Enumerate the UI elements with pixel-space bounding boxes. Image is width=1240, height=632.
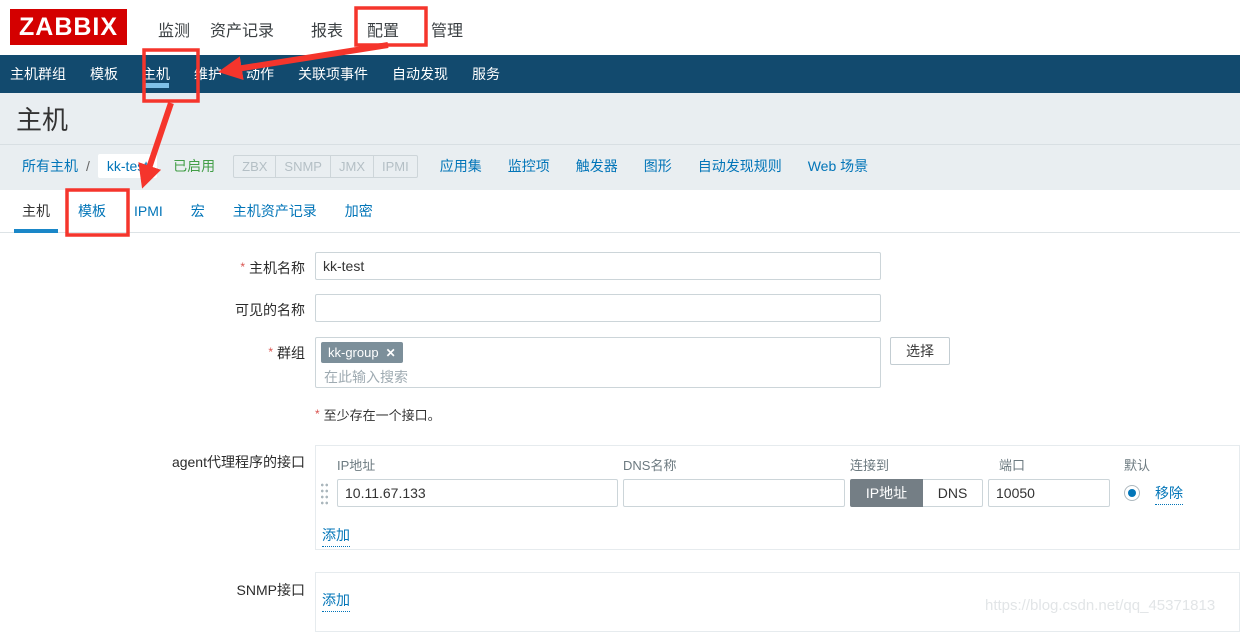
connect-to-ip-toggle[interactable]: IP地址 [850,479,923,507]
visible-name-input[interactable] [315,294,881,322]
link-items[interactable]: 监控项 [508,156,550,176]
badge-jmx: JMX [330,156,373,177]
breadcrumb-links: 应用集 监控项 触发器 图形 自动发现规则 Web 场景 [440,156,868,176]
breadcrumb-separator: / [86,158,90,174]
link-web-scenarios[interactable]: Web 场景 [808,156,868,176]
interface-drag-handle[interactable] [320,482,329,506]
host-status-enabled: 已启用 [173,156,215,176]
chip-remove-icon[interactable]: ✕ [386,346,396,360]
subnav-hosts[interactable]: 主机 [142,55,170,93]
column-default: 默认 [1124,455,1150,474]
column-connect-to: 连接到 [850,455,889,474]
agent-interface-add-link[interactable]: 添加 [322,525,350,547]
default-interface-radio[interactable] [1124,485,1140,501]
top-menu-monitoring[interactable]: 监测 [158,17,190,41]
snmp-interface-label: SNMP接口 [0,580,305,600]
tab-host-inventory[interactable]: 主机资产记录 [233,190,317,232]
interface-remove-link[interactable]: 移除 [1155,483,1183,505]
groups-search-placeholder[interactable]: 在此输入搜索 [324,367,408,387]
badge-ipmi: IPMI [373,156,417,177]
snmp-interface-add-link[interactable]: 添加 [322,590,350,612]
host-name-label: *主机名称 [0,258,305,278]
host-name-input[interactable] [315,252,881,280]
link-discovery-rules[interactable]: 自动发现规则 [698,156,782,176]
tab-templates[interactable]: 模板 [78,190,106,232]
badge-zbx: ZBX [234,156,275,177]
subnav-discovery[interactable]: 自动发现 [392,55,448,93]
top-menu-configuration[interactable]: 配置 [367,17,399,41]
column-dns: DNS名称 [623,455,676,474]
link-triggers[interactable]: 触发器 [576,156,618,176]
subnav-event-correlation[interactable]: 关联项事件 [298,55,368,93]
badge-snmp: SNMP [275,156,330,177]
subnav-templates[interactable]: 模板 [90,55,118,93]
link-graphs[interactable]: 图形 [644,156,672,176]
interface-ip-input[interactable] [337,479,618,507]
tab-ipmi[interactable]: IPMI [134,190,163,232]
tab-encryption[interactable]: 加密 [345,190,373,232]
group-chip-label: kk-group [328,345,379,360]
breadcrumb-host-link[interactable]: kk-test [98,154,157,178]
tab-macros[interactable]: 宏 [191,190,205,232]
top-menu-inventory[interactable]: 资产记录 [210,17,274,41]
host-form: *主机名称 可见的名称 *群组 kk-group ✕ 在此输入搜索 选择 *至少… [0,233,1240,623]
interface-port-input[interactable] [988,479,1110,507]
subnav-host-groups[interactable]: 主机群组 [10,55,66,93]
required-mark: * [315,407,320,421]
visible-name-label: 可见的名称 [0,300,305,320]
subnav-maintenance[interactable]: 维护 [194,55,222,93]
subnav-services[interactable]: 服务 [472,55,500,93]
breadcrumb: 所有主机 / kk-test 已启用 ZBX SNMP JMX IPMI 应用集… [22,154,868,178]
group-chip: kk-group ✕ [321,342,403,363]
zabbix-logo[interactable]: ZABBIX [10,9,127,45]
top-menu-administration[interactable]: 管理 [431,17,463,41]
availability-badges: ZBX SNMP JMX IPMI [233,155,418,178]
groups-multiselect[interactable]: kk-group ✕ 在此输入搜索 [315,337,881,388]
group-select-button[interactable]: 选择 [890,337,950,365]
sub-nav: 主机群组 模板 主机 维护 动作 关联项事件 自动发现 服务 [0,55,1240,93]
interface-dns-input[interactable] [623,479,845,507]
column-port: 端口 [999,455,1025,474]
page-title: 主机 [16,100,68,137]
title-zone: 主机 所有主机 / kk-test 已启用 ZBX SNMP JMX IPMI … [0,93,1240,190]
breadcrumb-all-hosts-link[interactable]: 所有主机 [22,156,78,176]
tab-bar: 主机 模板 IPMI 宏 主机资产记录 加密 [0,190,1240,233]
agent-interface-label: agent代理程序的接口 [0,452,305,472]
required-mark: * [240,260,245,274]
top-bar: ZABBIX 监测 资产记录 报表 配置 管理 [0,0,1240,55]
column-ip: IP地址 [337,455,375,474]
interface-required-hint: *至少存在一个接口。 [315,405,441,424]
subnav-actions[interactable]: 动作 [246,55,274,93]
tab-host[interactable]: 主机 [22,190,50,232]
required-mark: * [268,345,273,359]
title-divider [0,144,1240,145]
top-menu-reports[interactable]: 报表 [311,17,343,41]
csdn-watermark: https://blog.csdn.net/qq_45371813 [985,597,1215,614]
link-applications[interactable]: 应用集 [440,156,482,176]
groups-label: *群组 [0,343,305,363]
connect-to-dns-toggle[interactable]: DNS [923,479,983,507]
